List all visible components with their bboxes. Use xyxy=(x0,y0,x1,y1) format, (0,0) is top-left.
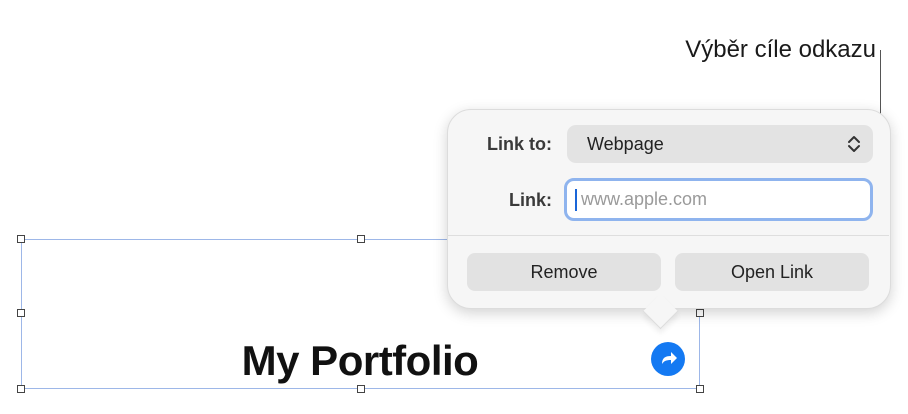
link-label: Link: xyxy=(509,190,552,210)
resize-handle-middle-right[interactable] xyxy=(696,309,704,317)
link-arrow-icon[interactable] xyxy=(651,342,685,376)
link-to-label: Link to: xyxy=(487,134,552,154)
resize-handle-bottom-middle[interactable] xyxy=(357,385,365,393)
resize-handle-middle-left[interactable] xyxy=(17,309,25,317)
callout-label: Výběr cíle odkazu xyxy=(685,36,876,63)
chevron-up-down-icon xyxy=(848,136,860,152)
text-box-title[interactable]: My Portfolio xyxy=(160,337,560,385)
link-to-selected-value: Webpage xyxy=(587,133,664,154)
resize-handle-top-left[interactable] xyxy=(17,235,25,243)
link-to-select[interactable]: Webpage xyxy=(567,125,873,163)
link-url-input[interactable] xyxy=(564,178,873,221)
resize-handle-bottom-right[interactable] xyxy=(696,385,704,393)
remove-link-button[interactable]: Remove xyxy=(467,253,661,291)
resize-handle-top-middle[interactable] xyxy=(357,235,365,243)
popover-divider xyxy=(447,235,889,236)
resize-handle-bottom-left[interactable] xyxy=(17,385,25,393)
open-link-button[interactable]: Open Link xyxy=(675,253,869,291)
text-caret xyxy=(575,189,577,211)
